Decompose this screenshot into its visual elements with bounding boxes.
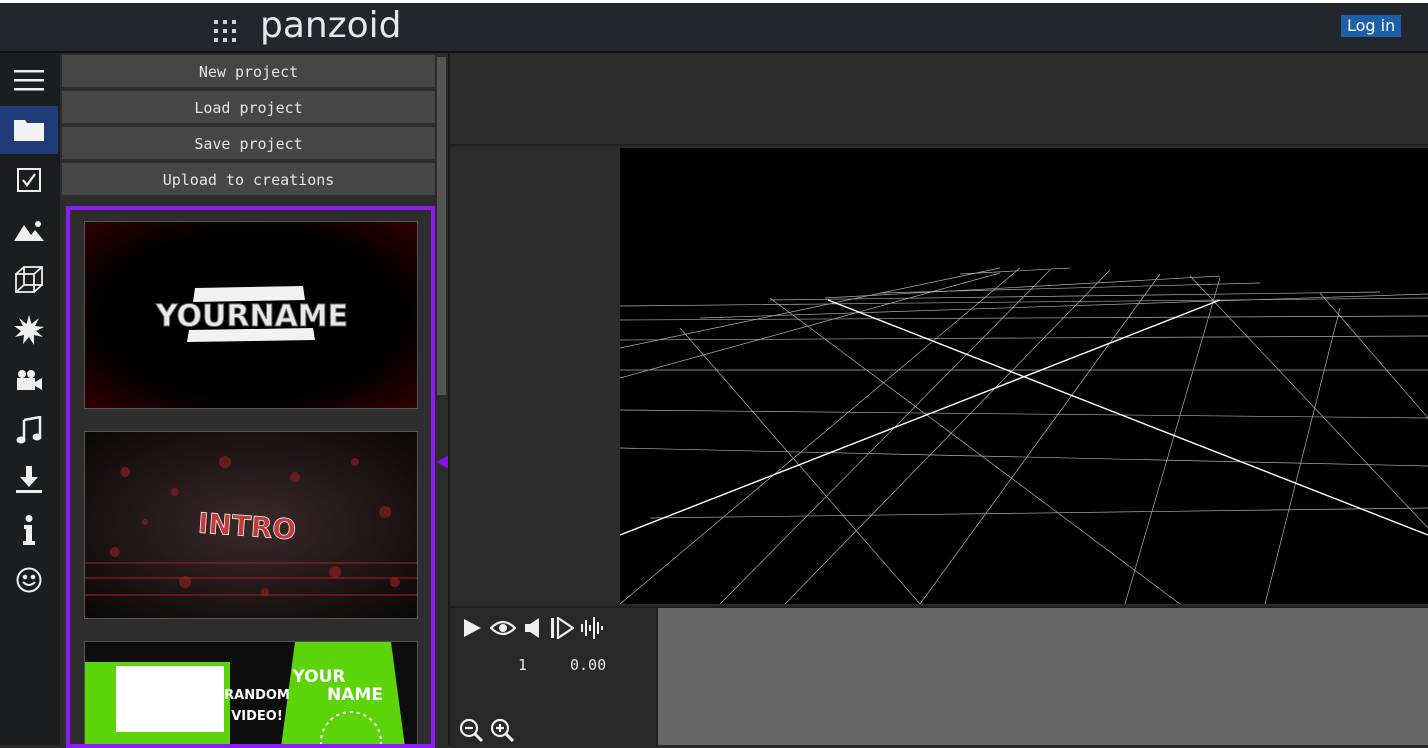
timeline-area[interactable] [656, 606, 1428, 745]
new-project-button[interactable]: New project [62, 55, 435, 89]
checkbox-icon[interactable] [0, 156, 58, 204]
login-button[interactable]: Log in [1341, 15, 1402, 37]
template-gallery: YOURNAME INTRO RANDOM VIDEO! YOUR NAME [66, 206, 435, 748]
ground-grid [619, 267, 1428, 605]
play-icon[interactable] [462, 618, 482, 638]
template-thumbnail-yourname[interactable]: YOURNAME [84, 221, 418, 409]
intro-text: INTRO [197, 507, 297, 547]
load-project-button[interactable]: Load project [62, 91, 435, 125]
zoom-in-icon[interactable] [490, 718, 514, 742]
your-text: YOUR [291, 667, 345, 687]
upload-to-creations-button[interactable]: Upload to creations [62, 163, 435, 197]
tool-sidebar [0, 53, 60, 745]
playback-controls: 1 0.00 [450, 606, 656, 747]
panzoid-logo[interactable]: panzoid [260, 5, 402, 46]
camera-icon[interactable] [0, 356, 58, 404]
properties-panel [450, 55, 1428, 146]
zoom-out-icon[interactable] [459, 718, 483, 742]
video-text: VIDEO! [231, 709, 283, 724]
panel-scrollbar[interactable] [435, 53, 448, 745]
name-text: NAME [327, 685, 383, 705]
template-thumbnail-random-video[interactable]: RANDOM VIDEO! YOUR NAME [84, 641, 418, 744]
smiley-icon[interactable] [0, 556, 58, 604]
info-icon[interactable] [0, 506, 58, 554]
eye-icon[interactable] [490, 618, 516, 638]
time-readout: 0.00 [570, 656, 607, 674]
apps-grid-icon[interactable] [214, 20, 238, 44]
menu-icon[interactable] [0, 56, 58, 104]
yourname-text: YOURNAME [155, 299, 348, 334]
music-icon[interactable] [0, 406, 58, 454]
image-icon[interactable] [0, 206, 58, 254]
frame-readout: 1 [518, 656, 528, 674]
waveform-icon[interactable] [580, 616, 606, 640]
burst-icon[interactable] [0, 306, 58, 354]
viewport-margin [450, 148, 620, 604]
step-forward-icon[interactable] [550, 617, 574, 639]
speaker-icon[interactable] [524, 617, 542, 639]
save-project-button[interactable]: Save project [62, 127, 435, 161]
cube-icon[interactable] [0, 256, 58, 304]
download-icon[interactable] [0, 456, 58, 504]
scrollbar-thumb[interactable] [437, 57, 446, 395]
random-text: RANDOM [224, 688, 290, 703]
3d-viewport[interactable] [619, 148, 1428, 605]
template-thumbnail-intro[interactable]: INTRO [84, 431, 418, 619]
folder-icon[interactable] [0, 106, 58, 154]
top-bar: panzoid Log in [0, 0, 1428, 53]
